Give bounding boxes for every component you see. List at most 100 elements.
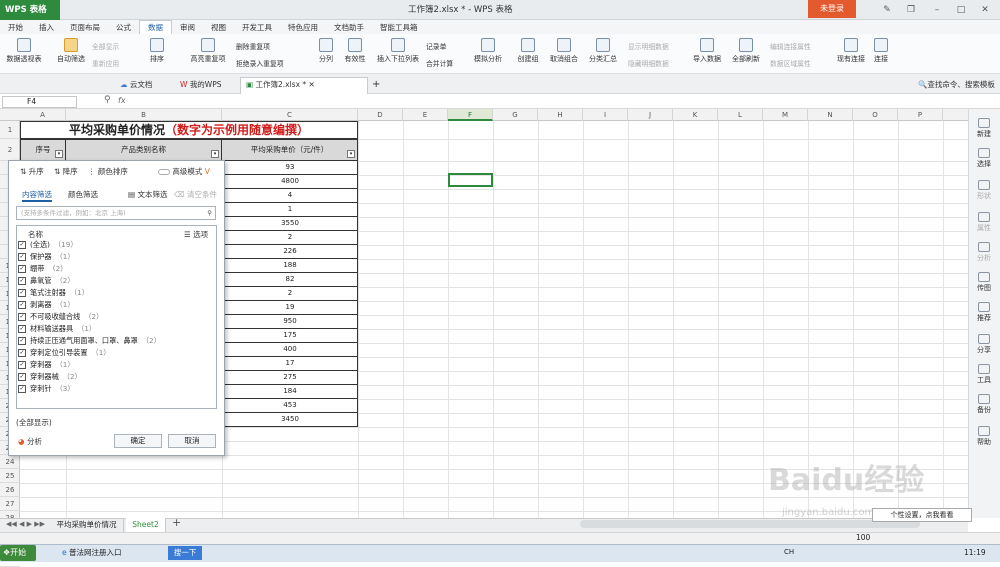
maximize-icon[interactable]: □	[952, 0, 970, 20]
menu-home[interactable]: 开始	[0, 21, 31, 35]
tab-workbook[interactable]: ▣ 工作簿2.xlsx * ✕	[246, 78, 315, 92]
start-button[interactable]: ❖开始	[0, 545, 36, 561]
show-all-button[interactable]: 全部显示	[92, 41, 119, 51]
reject-duplicates-button[interactable]: 拒绝录入重复项	[236, 58, 284, 68]
cancel-button[interactable]: 取消	[168, 434, 216, 448]
login-button[interactable]: 未登录	[808, 0, 856, 18]
filter-item[interactable]: ✓ 保护器 （1）	[18, 251, 75, 263]
sidebar-item[interactable]: 传图	[968, 272, 1000, 293]
sort-asc-button[interactable]: ⇅ 升序	[20, 166, 44, 177]
sidebar-item[interactable]: 推荐	[968, 302, 1000, 323]
checkbox-icon[interactable]: ✓	[18, 325, 26, 333]
price-cell[interactable]: 93	[222, 161, 358, 175]
add-sheet-icon[interactable]: +	[172, 516, 181, 529]
subtotal-button[interactable]: 分类汇总	[586, 38, 620, 64]
sidebar-item[interactable]: 新建	[968, 118, 1000, 139]
checkbox-icon[interactable]: ✓	[18, 361, 26, 369]
sheet-tab-2[interactable]: Sheet2	[126, 518, 166, 532]
filter-item[interactable]: ✓ 穿刺器 （1）	[18, 359, 75, 371]
zoom-level[interactable]: 100	[856, 533, 870, 542]
existing-connections-button[interactable]: 现有连接	[834, 38, 868, 64]
sort-button[interactable]: 排序	[142, 38, 172, 64]
filter-item[interactable]: ✓ (全选) （19）	[18, 239, 78, 251]
edit-connection-button[interactable]: 编辑连接属性	[770, 41, 811, 51]
column-header-selected[interactable]: F	[448, 109, 493, 121]
price-cell[interactable]: 4800	[222, 175, 358, 189]
column-header[interactable]: N	[808, 109, 853, 121]
analyze-button[interactable]: ◕ 分析	[18, 436, 42, 447]
column-header[interactable]: L	[718, 109, 763, 121]
column-header[interactable]: G	[493, 109, 538, 121]
menu-view[interactable]: 视图	[203, 21, 234, 35]
sheet-tab-1[interactable]: 平均采购单价情况	[50, 518, 124, 532]
sheet-nav-icons[interactable]: ◀◀ ◀ ▶ ▶▶	[6, 520, 45, 528]
row-header[interactable]: 27	[0, 497, 20, 511]
menu-doc-assistant[interactable]: 文档助手	[326, 21, 372, 35]
menu-features[interactable]: 特色应用	[280, 21, 326, 35]
hide-detail-button[interactable]: 隐藏明细数据	[628, 58, 669, 68]
filter-search-input[interactable]: (支持多条件过滤，例如：北京 上海) ⚲	[16, 206, 216, 220]
row-header[interactable]: 24	[0, 455, 20, 469]
clear-conditions-button[interactable]: ⌫ 清空条件	[174, 189, 217, 200]
ungroup-button[interactable]: 取消组合	[546, 38, 582, 64]
price-cell[interactable]: 17	[222, 357, 358, 371]
tab-my-wps[interactable]: W 我的WPS	[180, 78, 222, 92]
refresh-all-button[interactable]: 全部刷新	[728, 38, 764, 64]
row-header[interactable]: 25	[0, 469, 20, 483]
filter-dropdown-icon[interactable]: ▾	[55, 150, 63, 158]
checkbox-icon[interactable]: ✓	[18, 313, 26, 321]
pivot-table-button[interactable]: 数据透视表	[4, 38, 44, 64]
sidebar-item[interactable]: 属性	[968, 212, 1000, 233]
fx-icon[interactable]: fx	[118, 96, 126, 105]
remove-duplicates-button[interactable]: 删除重复项	[236, 41, 270, 51]
insert-dropdown-button[interactable]: 插入下拉列表	[374, 38, 422, 64]
split-column-button[interactable]: 分列	[314, 38, 338, 64]
filter-item[interactable]: ✓ 穿刺器械 （2）	[18, 371, 82, 383]
tab-content-filter[interactable]: 内容筛选	[22, 189, 52, 202]
minimize-icon[interactable]: –	[928, 0, 946, 20]
checkbox-icon[interactable]: ✓	[18, 301, 26, 309]
menu-insert[interactable]: 插入	[31, 21, 62, 35]
filter-item[interactable]: ✓ 不可吸收缝合线 （2）	[18, 311, 103, 323]
column-header[interactable]: C	[222, 109, 358, 121]
checkbox-icon[interactable]: ✓	[18, 373, 26, 381]
horizontal-scrollbar[interactable]	[580, 520, 920, 528]
column-header[interactable]: D	[358, 109, 403, 121]
price-cell[interactable]: 82	[222, 273, 358, 287]
tab-cloud-docs[interactable]: ☁ 云文档	[120, 78, 152, 92]
column-header[interactable]: A	[20, 109, 66, 121]
row-header[interactable]: 1	[0, 121, 20, 139]
row-header[interactable]: 26	[0, 483, 20, 497]
menu-formula[interactable]: 公式	[108, 21, 139, 35]
price-cell[interactable]: 950	[222, 315, 358, 329]
zoom-icon[interactable]: ⚲	[104, 95, 111, 105]
price-cell[interactable]: 2	[222, 287, 358, 301]
filter-item[interactable]: ✓ 绷带 （2）	[18, 263, 67, 275]
data-range-button[interactable]: 数据区域属性	[770, 58, 811, 68]
restore-icon[interactable]: ❐	[902, 0, 920, 20]
column-header[interactable]: K	[673, 109, 718, 121]
filter-dropdown-icon[interactable]: ▾	[347, 150, 355, 158]
sort-desc-button[interactable]: ⇅ 降序	[54, 166, 78, 177]
menu-review[interactable]: 审阅	[172, 21, 203, 35]
sidebar-item[interactable]: 分享	[968, 334, 1000, 355]
filter-dropdown-icon[interactable]: ▾	[211, 150, 219, 158]
color-sort-button[interactable]: ⋮ 颜色排序	[88, 166, 128, 177]
search-command-box[interactable]: 🔍查找命令、搜索模板	[918, 78, 995, 92]
sidebar-item[interactable]: 工具	[968, 364, 1000, 385]
sidebar-item[interactable]: 分析	[968, 242, 1000, 263]
price-cell[interactable]: 2	[222, 231, 358, 245]
column-header[interactable]: I	[583, 109, 628, 121]
checkbox-icon[interactable]: ✓	[18, 337, 26, 345]
filter-item[interactable]: ✓ 材料输送器具 （1）	[18, 323, 96, 335]
price-cell[interactable]: 275	[222, 371, 358, 385]
column-header[interactable]: P	[898, 109, 943, 121]
checkbox-icon[interactable]: ✓	[18, 253, 26, 261]
record-form-button[interactable]: 记录单	[426, 41, 446, 51]
close-icon[interactable]: ✕	[976, 0, 994, 20]
price-cell[interactable]: 19	[222, 301, 358, 315]
filter-item[interactable]: ✓ 剥离器 （1）	[18, 299, 75, 311]
filter-item[interactable]: ✓ 持续正压通气用面罩、口罩、鼻罩 （2）	[18, 335, 161, 347]
price-cell[interactable]: 400	[222, 343, 358, 357]
price-cell[interactable]: 4	[222, 189, 358, 203]
